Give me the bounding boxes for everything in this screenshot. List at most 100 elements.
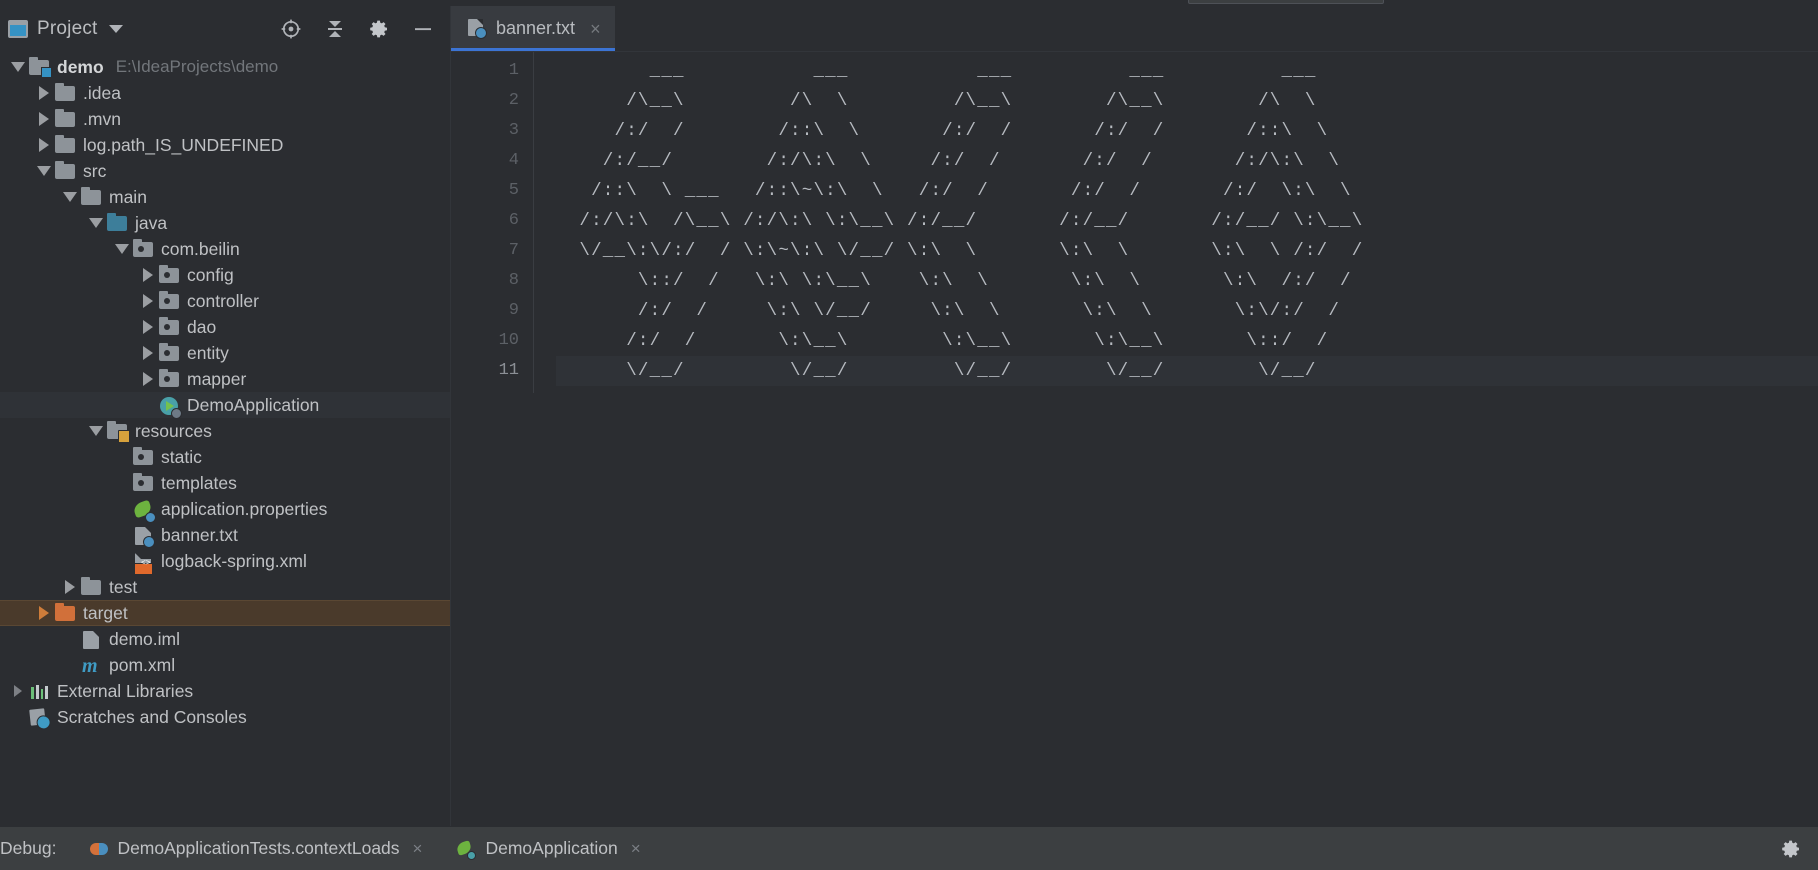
- package-folder-icon: [159, 317, 179, 335]
- project-title-group[interactable]: Project: [8, 18, 280, 40]
- tree-item-label: log.path_IS_UNDEFINED: [83, 134, 284, 155]
- package-folder-icon: [159, 369, 179, 387]
- line-number: 5: [508, 181, 519, 200]
- tree-item-icon: [158, 264, 180, 286]
- editor-text-content[interactable]: ___ ___ ___ ___ ___ /\__\ /\ \ /\__\ /\_…: [556, 52, 1818, 826]
- collapse-all-icon[interactable]: [324, 18, 346, 40]
- debug-bar-label: Debug:: [0, 838, 57, 858]
- tree-item-target[interactable]: target: [0, 600, 450, 626]
- collapse-twisty[interactable]: [86, 210, 106, 236]
- folder-icon: [81, 187, 101, 205]
- expand-twisty[interactable]: [34, 106, 54, 132]
- expand-twisty[interactable]: [34, 600, 54, 626]
- source-root-folder-icon: [107, 213, 127, 231]
- collapse-twisty[interactable]: [86, 418, 106, 444]
- expand-twisty[interactable]: [138, 366, 158, 392]
- code-line: \::/ / \:\ \:\__\ \:\ \ \:\ \ \:\ /:/ /: [556, 271, 1364, 291]
- code-line: /:/\:\ /\__\ /:/\:\ \:\__\ /:/__/ /:/__/…: [556, 211, 1364, 231]
- tree-item-demo[interactable]: demo E:\IdeaProjects\demo: [0, 54, 450, 80]
- collapse-twisty[interactable]: [8, 54, 28, 80]
- tree-item-icon: m: [80, 654, 102, 677]
- tree-item-test[interactable]: test: [0, 574, 450, 600]
- tree-item-icon: [54, 108, 76, 130]
- tree-item-banner-txt[interactable]: banner.txt: [0, 522, 450, 548]
- tree-item-icon: [158, 290, 180, 312]
- debug-session-tests[interactable]: DemoApplicationTests.contextLoads ×: [90, 838, 422, 859]
- gear-icon[interactable]: [368, 18, 390, 40]
- tree-item-label: test: [109, 576, 138, 597]
- expand-twisty[interactable]: [60, 574, 80, 600]
- code-line: \/__\:\/:/ / \:\~\:\ \/__/ \:\ \ \:\ \ \…: [556, 241, 1364, 261]
- twisty-placeholder: [60, 652, 80, 678]
- editor-tab-banner-txt[interactable]: banner.txt ×: [451, 6, 615, 51]
- tree-item-mapper[interactable]: mapper: [0, 366, 450, 392]
- ide-body: Project demo E:\IdeaProjects\demo .idea …: [0, 6, 1818, 826]
- tree-item-main[interactable]: main: [0, 184, 450, 210]
- tree-item-label: .idea: [83, 82, 121, 103]
- iml-file-icon: [83, 631, 99, 649]
- line-number: 8: [508, 271, 519, 290]
- tree-item-application-properties[interactable]: application.properties: [0, 496, 450, 523]
- tree-item-icon: [158, 394, 182, 419]
- tree-item-config[interactable]: config: [0, 262, 450, 288]
- tree-item-label: logback-spring.xml: [161, 550, 307, 571]
- expand-twisty[interactable]: [8, 678, 28, 704]
- line-number: 2: [508, 91, 519, 110]
- ide-window: Project demo E:\IdeaProjects\demo .idea …: [0, 0, 1818, 870]
- search-field-partial[interactable]: [1188, 0, 1384, 4]
- tree-item-demoapplication[interactable]: DemoApplication: [0, 392, 450, 419]
- tree-item-label: java: [135, 212, 168, 233]
- tree-item-src[interactable]: src: [0, 158, 450, 184]
- collapse-twisty[interactable]: [34, 158, 54, 184]
- tree-item-external-libraries[interactable]: External Libraries: [0, 678, 450, 704]
- tree-item-java[interactable]: java: [0, 210, 450, 236]
- twisty-placeholder: [60, 626, 80, 652]
- tree-item-label: dao: [187, 316, 217, 337]
- close-icon[interactable]: ×: [631, 839, 641, 859]
- tree-item-entity[interactable]: entity: [0, 340, 450, 366]
- expand-twisty[interactable]: [138, 262, 158, 288]
- code-line: /\__\ /\ \ /\__\ /\__\ /\ \: [556, 91, 1364, 111]
- tree-item-icon: [158, 316, 180, 338]
- tree-item-dao[interactable]: dao: [0, 314, 450, 340]
- tree-item-pom-xml[interactable]: m pom.xml: [0, 652, 450, 678]
- tree-item-icon: [54, 82, 76, 104]
- tree-item-scratches-and-consoles[interactable]: Scratches and Consoles: [0, 704, 450, 730]
- tree-item-icon: [28, 680, 50, 702]
- tree-item-label: demo.iml: [109, 628, 180, 649]
- expand-twisty[interactable]: [138, 288, 158, 314]
- tree-item-mvn[interactable]: .mvn: [0, 106, 450, 132]
- close-icon[interactable]: ×: [590, 20, 601, 38]
- expand-twisty[interactable]: [138, 314, 158, 340]
- text-file-icon: [135, 527, 155, 548]
- chevron-down-icon[interactable]: [108, 25, 123, 33]
- maven-file-icon: m: [82, 655, 98, 677]
- package-folder-icon: [159, 291, 179, 309]
- gear-icon[interactable]: [1780, 838, 1802, 860]
- locate-icon[interactable]: [280, 18, 302, 40]
- tree-item-log-path-is-undefined[interactable]: log.path_IS_UNDEFINED: [0, 132, 450, 158]
- tree-item-label: mapper: [187, 368, 247, 389]
- collapse-twisty[interactable]: [112, 236, 132, 262]
- expand-twisty[interactable]: [34, 80, 54, 106]
- expand-twisty[interactable]: [138, 340, 158, 366]
- project-tree[interactable]: demo E:\IdeaProjects\demo .idea .mvn log.pat…: [0, 52, 450, 826]
- tree-item-idea[interactable]: .idea: [0, 80, 450, 106]
- twisty-placeholder: [112, 470, 132, 496]
- tree-item-static[interactable]: static: [0, 444, 450, 470]
- package-folder-icon: [133, 239, 153, 257]
- tree-item-icon: [28, 706, 50, 728]
- tree-item-controller[interactable]: controller: [0, 288, 450, 314]
- debug-session-demoapplication-label: DemoApplication: [485, 838, 618, 858]
- close-icon[interactable]: ×: [413, 839, 423, 859]
- minimize-icon[interactable]: [412, 18, 434, 40]
- tree-item-logback-spring-xml[interactable]: logback-spring.xml: [0, 548, 450, 576]
- tree-item-demo-iml[interactable]: demo.iml: [0, 626, 450, 652]
- tree-item-templates[interactable]: templates: [0, 470, 450, 496]
- collapse-twisty[interactable]: [60, 184, 80, 210]
- expand-twisty[interactable]: [34, 132, 54, 158]
- tree-item-com-beilin[interactable]: com.beilin: [0, 236, 450, 262]
- twisty-placeholder: [138, 392, 158, 418]
- tree-item-resources[interactable]: resources: [0, 418, 450, 444]
- debug-session-demoapplication[interactable]: DemoApplication ×: [455, 838, 641, 860]
